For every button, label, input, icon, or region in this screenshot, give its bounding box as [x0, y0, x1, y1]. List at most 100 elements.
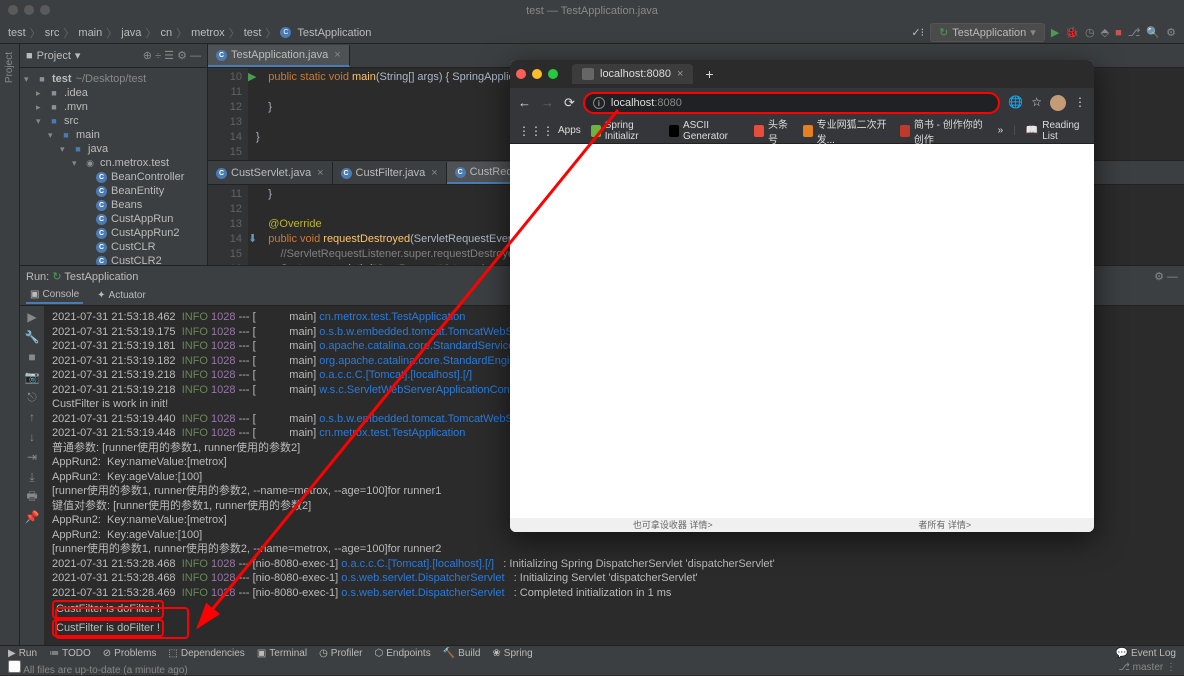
favicon-icon: [582, 68, 594, 80]
status-text: All files are up-to-date (a minute ago): [23, 665, 188, 676]
dump-icon[interactable]: 📷: [25, 370, 39, 384]
close-icon[interactable]: ×: [334, 49, 340, 61]
bottom-tool-terminal[interactable]: ▣Terminal: [257, 648, 307, 659]
settings-icon[interactable]: ⚙: [1166, 26, 1176, 39]
print-icon[interactable]: 🖶: [25, 490, 39, 504]
tree-item[interactable]: ▾■java: [20, 142, 207, 156]
exit-icon[interactable]: ⎋: [25, 390, 39, 404]
profile-avatar[interactable]: [1050, 95, 1066, 111]
editor-tab[interactable]: CCustServlet.java×: [208, 162, 333, 184]
profile-button[interactable]: ⬘: [1101, 26, 1109, 39]
run-tool-icon[interactable]: 🔧: [25, 330, 39, 344]
project-panel-title[interactable]: ■ Project ▾: [26, 49, 80, 62]
project-tool-button[interactable]: Project: [4, 52, 15, 83]
browser-tab[interactable]: localhost:8080 ×: [572, 64, 693, 84]
git-button[interactable]: ⎇: [1128, 26, 1141, 39]
bottom-tool-profiler[interactable]: ◷Profiler: [319, 648, 362, 659]
address-bar[interactable]: i localhost:8080: [583, 92, 1000, 114]
bookmark-item[interactable]: Spring Initializr: [591, 120, 659, 142]
status-checkbox[interactable]: [8, 660, 21, 673]
breadcrumb-item[interactable]: metrox: [191, 27, 225, 39]
run-button[interactable]: ▶: [1051, 26, 1059, 39]
tree-item[interactable]: ▸■.mvn: [20, 100, 207, 114]
stop-run-button[interactable]: ■: [25, 350, 39, 364]
run-gutter: ▶ 🔧 ■ 📷 ⎋ ↑ ↓ ⇥ ⤓ 🖶 📌: [20, 306, 44, 645]
run-config-name: TestApplication: [64, 271, 138, 283]
build-icon[interactable]: ✓⁝: [911, 26, 924, 39]
browser-viewport[interactable]: [510, 144, 1094, 518]
tree-item[interactable]: ▾■main: [20, 128, 207, 142]
bookmark-item[interactable]: 简书 - 创作你的创作: [900, 116, 988, 146]
breadcrumb-item[interactable]: test: [244, 27, 262, 39]
event-log-button[interactable]: 💬 Event Log: [1116, 648, 1177, 659]
tree-item[interactable]: ▾◉cn.metrox.test: [20, 156, 207, 170]
breadcrumb-item[interactable]: TestApplication: [297, 27, 371, 39]
coverage-button[interactable]: ◷: [1085, 26, 1095, 39]
bottom-tool-build[interactable]: 🔨Build: [443, 648, 481, 659]
navigation-bar: test〉src〉main〉java〉cn〉metrox〉test〉CTestA…: [0, 22, 1184, 44]
rerun-button[interactable]: ▶: [25, 310, 39, 324]
browser-menu-icon[interactable]: ⋮: [1074, 95, 1086, 111]
tree-item[interactable]: CBeanController: [20, 170, 207, 184]
breadcrumb-item[interactable]: cn: [160, 27, 172, 39]
left-tool-rail: Project: [0, 44, 20, 645]
breadcrumb-item[interactable]: src: [45, 27, 60, 39]
breadcrumb-item[interactable]: main: [78, 27, 102, 39]
tree-item[interactable]: CCustAppRun2: [20, 226, 207, 240]
bottom-tool-problems[interactable]: ⊘Problems: [103, 648, 157, 659]
scroll-end-icon[interactable]: ⤓: [25, 470, 39, 484]
window-controls[interactable]: [8, 5, 50, 15]
bottom-tool-todo[interactable]: ≔TODO: [49, 648, 91, 659]
tree-item[interactable]: CCustAppRun: [20, 212, 207, 226]
new-tab-button[interactable]: +: [699, 66, 719, 82]
project-panel-tools[interactable]: ⊕ ÷ ☰ ⚙ —: [143, 49, 201, 62]
browser-window: localhost:8080 × + ← → ⟳ i localhost:808…: [510, 60, 1094, 532]
bookmark-item[interactable]: 头条号: [754, 116, 792, 146]
reload-button[interactable]: ⟳: [564, 95, 575, 111]
tree-item[interactable]: CCustCLR: [20, 240, 207, 254]
bottom-tool-run[interactable]: ▶Run: [8, 648, 37, 659]
back-button[interactable]: ←: [518, 95, 531, 111]
close-icon[interactable]: ×: [317, 167, 323, 179]
tree-item[interactable]: ▸■.idea: [20, 86, 207, 100]
reading-list-button[interactable]: 📖Reading List: [1026, 120, 1086, 142]
run-tab[interactable]: ✦Actuator: [93, 288, 150, 303]
bookmark-item[interactable]: 专业网狐二次开发...: [803, 116, 890, 146]
editor-tab[interactable]: CTestApplication.java×: [208, 45, 350, 67]
bottom-tool-spring[interactable]: ❀Spring: [492, 648, 532, 659]
bookmarks-overflow[interactable]: »: [998, 125, 1004, 136]
bottom-tool-endpoints[interactable]: ⬡Endpoints: [374, 648, 430, 659]
tree-item[interactable]: CBeans: [20, 198, 207, 212]
forward-button[interactable]: →: [541, 95, 554, 111]
translate-icon[interactable]: 🌐: [1008, 95, 1023, 111]
close-tab-icon[interactable]: ×: [677, 68, 683, 80]
site-info-icon[interactable]: i: [593, 97, 605, 109]
search-icon[interactable]: 🔍: [1146, 26, 1160, 39]
run-config-selector[interactable]: ↻ TestApplication ▾: [930, 23, 1045, 42]
down-icon[interactable]: ↓: [25, 430, 39, 444]
window-title: test — TestApplication.java: [526, 5, 658, 17]
window-title-bar: test — TestApplication.java: [0, 0, 1184, 22]
breadcrumb-item[interactable]: test: [8, 27, 26, 39]
breadcrumb[interactable]: test〉src〉main〉java〉cn〉metrox〉test〉CTestA…: [8, 25, 371, 41]
tree-item[interactable]: CBeanEntity: [20, 184, 207, 198]
run-panel-tools[interactable]: ⚙ —: [1154, 270, 1178, 283]
run-tab[interactable]: ▣Console: [26, 287, 83, 304]
browser-window-controls[interactable]: [516, 69, 558, 79]
up-icon[interactable]: ↑: [25, 410, 39, 424]
stop-button[interactable]: ■: [1115, 27, 1122, 39]
editor-tab[interactable]: CCustFilter.java×: [333, 162, 447, 184]
bookmark-item[interactable]: ASCII Generator: [669, 120, 744, 142]
tree-item[interactable]: ▾■src: [20, 114, 207, 128]
close-icon[interactable]: ×: [431, 167, 437, 179]
apps-button[interactable]: ⋮⋮⋮Apps: [518, 124, 581, 138]
breadcrumb-item[interactable]: java: [121, 27, 141, 39]
soft-wrap-icon[interactable]: ⇥: [25, 450, 39, 464]
debug-button[interactable]: 🐞: [1065, 26, 1079, 39]
pin-icon[interactable]: 📌: [25, 510, 39, 524]
tree-root[interactable]: ▾■test ~/Desktop/test: [20, 72, 207, 86]
console-line: CustFilter is doFilter !: [52, 619, 1176, 638]
bottom-tool-dependencies[interactable]: ⬚Dependencies: [168, 648, 244, 659]
browser-footer: 也可拿设收器 详情> 者所有 详情>: [510, 518, 1094, 532]
bookmark-star-icon[interactable]: ☆: [1031, 95, 1042, 111]
